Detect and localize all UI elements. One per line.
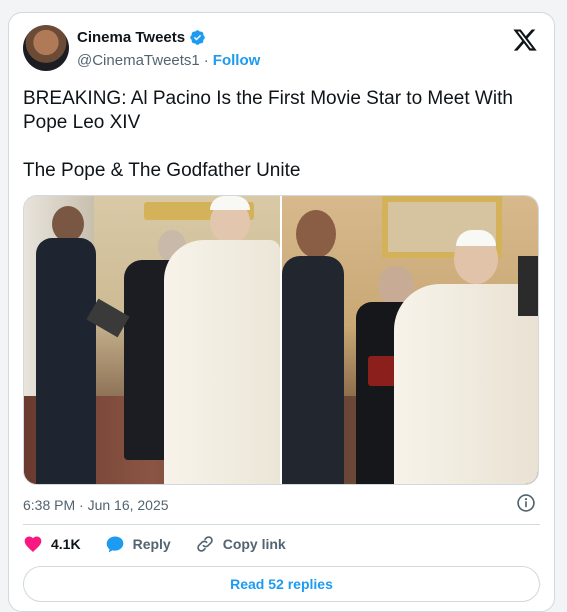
- read-replies-button[interactable]: Read 52 replies: [23, 566, 540, 602]
- tweet-timestamp[interactable]: 6:38 PM · Jun 16, 2025: [23, 497, 169, 513]
- x-logo-icon[interactable]: [512, 27, 538, 53]
- author-name[interactable]: Cinema Tweets: [77, 29, 185, 46]
- likes-count: 4.1K: [51, 536, 81, 552]
- author-name-row: Cinema Tweets: [77, 29, 206, 46]
- copy-link-button[interactable]: Copy link: [195, 534, 286, 554]
- like-button[interactable]: 4.1K: [23, 534, 81, 554]
- author-handle-row: @CinemaTweets1 · Follow: [77, 52, 260, 69]
- photo-left[interactable]: [24, 196, 280, 484]
- verified-badge-icon: [190, 30, 205, 45]
- tweet-text: BREAKING: Al Pacino Is the First Movie S…: [23, 88, 513, 181]
- tweet-card: Cinema Tweets @CinemaTweets1 · Follow BR…: [8, 12, 555, 612]
- avatar[interactable]: [23, 25, 69, 71]
- reply-icon: [106, 536, 123, 553]
- handle-separator: ·: [203, 52, 209, 69]
- reply-label: Reply: [132, 536, 171, 552]
- copy-link-label: Copy link: [222, 536, 286, 552]
- tweet-media[interactable]: [23, 195, 539, 485]
- info-icon[interactable]: [516, 493, 536, 513]
- tweet-actions: 4.1K Reply Copy link: [23, 533, 286, 555]
- link-icon: [196, 536, 213, 552]
- tweet-header: Cinema Tweets @CinemaTweets1 · Follow: [23, 25, 540, 77]
- author-handle[interactable]: @CinemaTweets1: [77, 52, 200, 69]
- heart-icon: [24, 536, 42, 552]
- follow-button[interactable]: Follow: [213, 52, 261, 69]
- photo-right[interactable]: [282, 196, 538, 484]
- divider: [23, 524, 540, 525]
- reply-button[interactable]: Reply: [105, 534, 171, 554]
